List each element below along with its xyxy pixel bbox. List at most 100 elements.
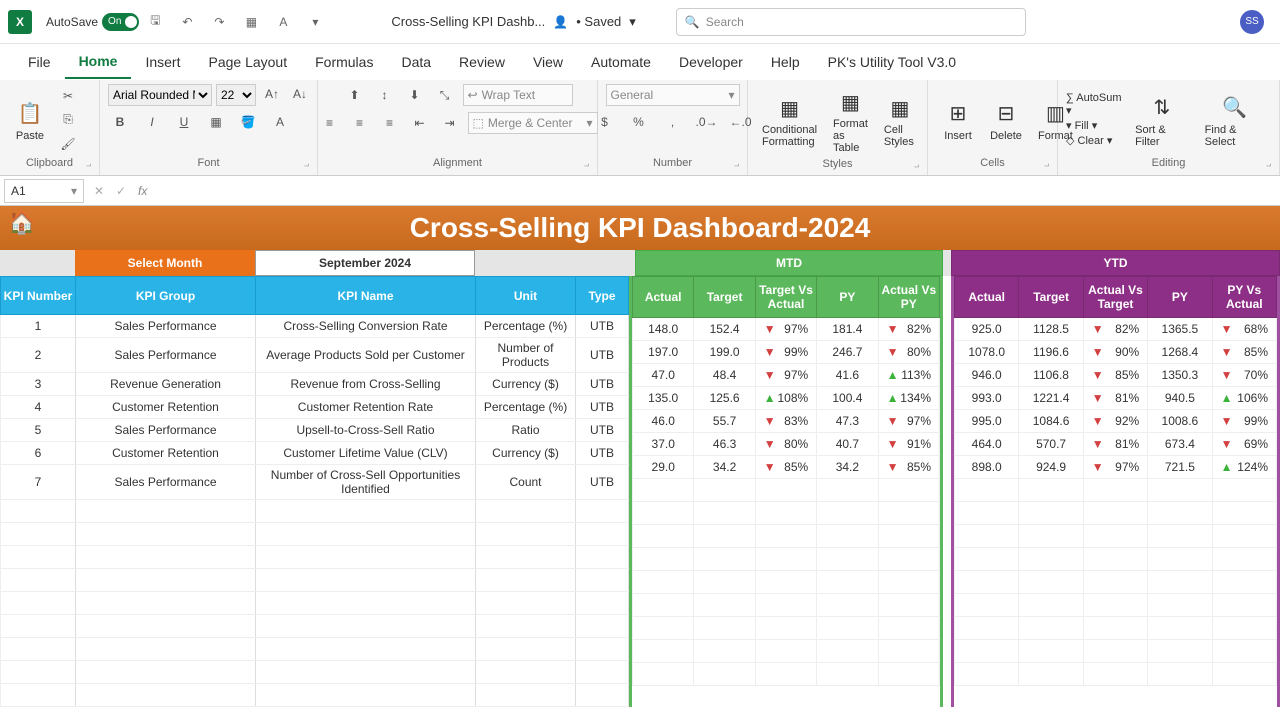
table-row[interactable]: 46.055.7▼83%47.3▼97% xyxy=(633,410,940,433)
conditional-formatting-button[interactable]: ▦Conditional Formatting xyxy=(756,90,823,150)
table-row[interactable]: 5Sales PerformanceUpsell-to-Cross-Sell R… xyxy=(1,419,629,442)
table-row[interactable]: 2Sales PerformanceAverage Products Sold … xyxy=(1,338,629,373)
empty-row[interactable] xyxy=(955,617,1277,640)
tab-automate[interactable]: Automate xyxy=(577,46,665,78)
table-row[interactable]: 1Sales PerformanceCross-Selling Conversi… xyxy=(1,315,629,338)
empty-row[interactable] xyxy=(633,502,940,525)
underline-button[interactable]: U xyxy=(172,112,196,132)
table-row[interactable]: 464.0570.7▼81%673.4▼69% xyxy=(955,433,1277,456)
italic-button[interactable]: I xyxy=(140,112,164,132)
empty-row[interactable] xyxy=(633,663,940,686)
tab-review[interactable]: Review xyxy=(445,46,519,78)
empty-row[interactable] xyxy=(1,592,629,615)
align-top-icon[interactable]: ⬆ xyxy=(343,85,367,105)
borders-qat-icon[interactable]: ▦ xyxy=(237,8,265,36)
font-name-select[interactable]: Arial Rounded MT xyxy=(108,84,212,106)
empty-row[interactable] xyxy=(1,638,629,661)
table-row[interactable]: 995.01084.6▼92%1008.6▼99% xyxy=(955,410,1277,433)
empty-row[interactable] xyxy=(955,548,1277,571)
kpi-left-table[interactable]: KPI NumberKPI GroupKPI NameUnitType1Sale… xyxy=(0,276,629,707)
tab-pk-s-utility-tool-v3-0[interactable]: PK's Utility Tool V3.0 xyxy=(814,46,970,78)
tab-view[interactable]: View xyxy=(519,46,577,78)
paste-button[interactable]: 📋 Paste xyxy=(8,96,52,144)
redo-icon[interactable]: ↷ xyxy=(205,8,233,36)
table-row[interactable]: 946.01106.8▼85%1350.3▼70% xyxy=(955,364,1277,387)
cancel-formula-icon[interactable]: ✕ xyxy=(88,184,110,198)
align-right-icon[interactable]: ≡ xyxy=(378,113,402,133)
empty-row[interactable] xyxy=(1,546,629,569)
find-select-button[interactable]: 🔍Find & Select xyxy=(1199,90,1271,150)
table-row[interactable]: 898.0924.9▼97%721.5▲124% xyxy=(955,456,1277,479)
qat-customize-icon[interactable]: ▾ xyxy=(301,8,329,36)
orientation-icon[interactable]: ⤡ xyxy=(433,85,457,105)
clear-button[interactable]: ◇ Clear ▾ xyxy=(1066,134,1125,147)
tab-home[interactable]: Home xyxy=(65,45,132,79)
table-row[interactable]: 47.048.4▼97%41.6▲113% xyxy=(633,364,940,387)
empty-row[interactable] xyxy=(1,684,629,707)
insert-cells-button[interactable]: ⊞Insert xyxy=(936,96,980,144)
sort-filter-button[interactable]: ⇅Sort & Filter xyxy=(1129,90,1195,150)
fx-icon[interactable]: fx xyxy=(132,184,153,198)
save-status-dropdown-icon[interactable]: ▾ xyxy=(629,14,636,30)
delete-cells-button[interactable]: ⊟Delete xyxy=(984,96,1028,144)
empty-row[interactable] xyxy=(633,479,940,502)
font-size-select[interactable]: 22 xyxy=(216,84,256,106)
empty-row[interactable] xyxy=(633,640,940,663)
empty-row[interactable] xyxy=(633,548,940,571)
avatar[interactable]: SS xyxy=(1240,10,1264,34)
table-row[interactable]: 29.034.2▼85%34.2▼85% xyxy=(633,456,940,479)
table-row[interactable]: 7Sales PerformanceNumber of Cross-Sell O… xyxy=(1,465,629,500)
fill-button[interactable]: ▾ Fill ▾ xyxy=(1066,119,1125,132)
table-row[interactable]: 993.01221.4▼81%940.5▲106% xyxy=(955,387,1277,410)
home-icon[interactable]: 🏠 xyxy=(8,210,35,236)
format-painter-icon[interactable]: 🖌 xyxy=(56,134,80,154)
tab-developer[interactable]: Developer xyxy=(665,46,757,78)
table-row[interactable]: 6Customer RetentionCustomer Lifetime Val… xyxy=(1,442,629,465)
empty-row[interactable] xyxy=(633,594,940,617)
wrap-text-button[interactable]: ↩Wrap Text xyxy=(463,84,573,106)
empty-row[interactable] xyxy=(955,502,1277,525)
empty-row[interactable] xyxy=(955,571,1277,594)
empty-row[interactable] xyxy=(955,479,1277,502)
empty-row[interactable] xyxy=(633,571,940,594)
align-middle-icon[interactable]: ↕ xyxy=(373,85,397,105)
tab-data[interactable]: Data xyxy=(387,46,445,78)
save-icon[interactable]: 🖫 xyxy=(141,8,169,36)
table-row[interactable]: 4Customer RetentionCustomer Retention Ra… xyxy=(1,396,629,419)
currency-icon[interactable]: $ xyxy=(593,112,617,132)
font-color-qat-icon[interactable]: A xyxy=(269,8,297,36)
comma-icon[interactable]: , xyxy=(661,112,685,132)
indent-increase-icon[interactable]: ⇥ xyxy=(438,113,462,133)
search-input[interactable]: 🔍 Search xyxy=(676,8,1026,36)
align-left-icon[interactable]: ≡ xyxy=(318,113,342,133)
fill-color-icon[interactable]: 🪣 xyxy=(236,112,260,132)
table-row[interactable]: 197.0199.0▼99%246.7▼80% xyxy=(633,341,940,364)
empty-row[interactable] xyxy=(633,525,940,548)
cell-styles-button[interactable]: ▦Cell Styles xyxy=(878,90,922,150)
empty-row[interactable] xyxy=(1,661,629,684)
tab-help[interactable]: Help xyxy=(757,46,814,78)
table-row[interactable]: 925.01128.5▼82%1365.5▼68% xyxy=(955,318,1277,341)
tab-file[interactable]: File xyxy=(14,46,65,78)
table-row[interactable]: 148.0152.4▼97%181.4▼82% xyxy=(633,318,940,341)
decrease-font-icon[interactable]: A↓ xyxy=(288,84,312,104)
align-center-icon[interactable]: ≡ xyxy=(348,113,372,133)
percent-icon[interactable]: % xyxy=(627,112,651,132)
empty-row[interactable] xyxy=(1,523,629,546)
empty-row[interactable] xyxy=(955,594,1277,617)
indent-decrease-icon[interactable]: ⇤ xyxy=(408,113,432,133)
table-row[interactable]: 1078.01196.6▼90%1268.4▼85% xyxy=(955,341,1277,364)
enter-formula-icon[interactable]: ✓ xyxy=(110,184,132,198)
undo-icon[interactable]: ↶ xyxy=(173,8,201,36)
empty-row[interactable] xyxy=(1,615,629,638)
mtd-table[interactable]: ActualTargetTarget Vs ActualPYActual Vs … xyxy=(632,276,940,686)
autosave-toggle[interactable]: On xyxy=(102,13,139,31)
empty-row[interactable] xyxy=(1,569,629,592)
selected-month[interactable]: September 2024 xyxy=(255,250,475,276)
empty-row[interactable] xyxy=(955,525,1277,548)
share-indicator-icon[interactable]: 👤 xyxy=(553,15,568,29)
number-format-select[interactable]: General▾ xyxy=(606,84,740,106)
empty-row[interactable] xyxy=(633,617,940,640)
ytd-table[interactable]: ActualTargetActual Vs TargetPYPY Vs Actu… xyxy=(954,276,1277,686)
empty-row[interactable] xyxy=(1,500,629,523)
